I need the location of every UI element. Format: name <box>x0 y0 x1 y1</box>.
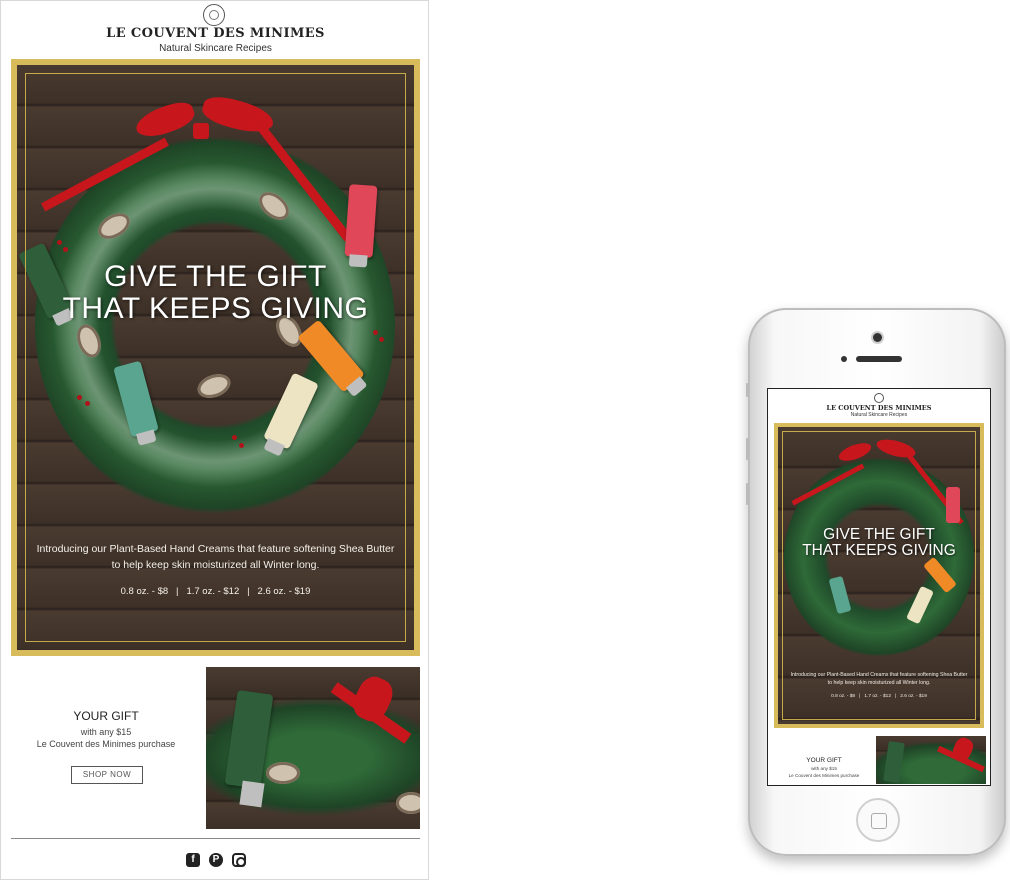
mobile-hero-title-line1: GIVE THE GIFT <box>823 526 935 543</box>
hero-banner[interactable]: GIVE THE GIFT THAT KEEPS GIVING Introduc… <box>11 59 420 656</box>
gift-product-image[interactable] <box>206 667 420 829</box>
phone-sensor <box>841 356 847 362</box>
hero-title-line2: THAT KEEPS GIVING <box>62 292 369 325</box>
mobile-brand-tagline: Natural Skincare Recipes <box>850 412 908 418</box>
phone-screen: LE COUVENT DES MINIMES Natural Skincare … <box>767 388 991 786</box>
mobile-gift-line2: Le Couvent des Minimes purchase <box>788 773 860 778</box>
phone-mockup: LE COUVENT DES MINIMES Natural Skincare … <box>746 308 1006 856</box>
phone-camera-icon <box>873 333 882 342</box>
shop-now-button[interactable]: SHOP NOW <box>71 766 143 784</box>
hero-description-line1: Introducing our Plant-Based Hand Creams … <box>36 543 395 555</box>
phone-mute-switch <box>746 383 749 397</box>
hero-prices: 0.8 oz. - $8 | 1.7 oz. - $12 | 2.6 oz. -… <box>120 586 311 597</box>
mobile-hero-title-line2: THAT KEEPS GIVING <box>802 542 956 559</box>
instagram-icon[interactable] <box>232 853 246 867</box>
pinterest-icon[interactable]: P <box>209 853 223 867</box>
gift-title: YOUR GIFT <box>73 709 139 723</box>
mobile-hero-description-line2: to help keep skin moisturized all Winter… <box>827 680 931 686</box>
phone-volume-down <box>746 483 749 505</box>
phone-volume-up <box>746 438 749 460</box>
mobile-brand-seal-icon <box>874 393 884 403</box>
email-desktop-view: LE COUVENT DES MINIMES Natural Skincare … <box>0 0 429 880</box>
phone-speaker <box>856 356 902 362</box>
phone-home-button[interactable] <box>856 798 900 842</box>
mobile-gift-title: YOUR GIFT <box>806 757 842 764</box>
hero-title-line1: GIVE THE GIFT <box>104 260 327 293</box>
gift-line1: with any $15 <box>80 727 132 737</box>
gift-line2: Le Couvent des Minimes purchase <box>36 739 176 749</box>
mobile-gift-line1: with any $15 <box>811 766 837 771</box>
mobile-brand-logo[interactable]: LE COUVENT DES MINIMES <box>768 404 990 412</box>
mobile-gift-product-image[interactable] <box>876 736 986 784</box>
footer-divider <box>11 838 420 839</box>
mobile-hero-prices: 0.8 oz. - $8 | 1.7 oz. - $12 | 2.6 oz. -… <box>831 694 927 699</box>
mobile-hero-description-line1: Introducing our Plant-Based Hand Creams … <box>790 672 968 678</box>
mobile-hero-banner[interactable]: GIVE THE GIFT THAT KEEPS GIVING Introduc… <box>774 423 984 728</box>
brand-seal-icon <box>203 4 225 26</box>
facebook-icon[interactable]: f <box>186 853 200 867</box>
hero-description-line2: to help keep skin moisturized all Winter… <box>111 559 320 571</box>
brand-tagline: Natural Skincare Recipes <box>159 43 272 54</box>
brand-logo[interactable]: LE COUVENT DES MINIMES <box>1 26 430 41</box>
